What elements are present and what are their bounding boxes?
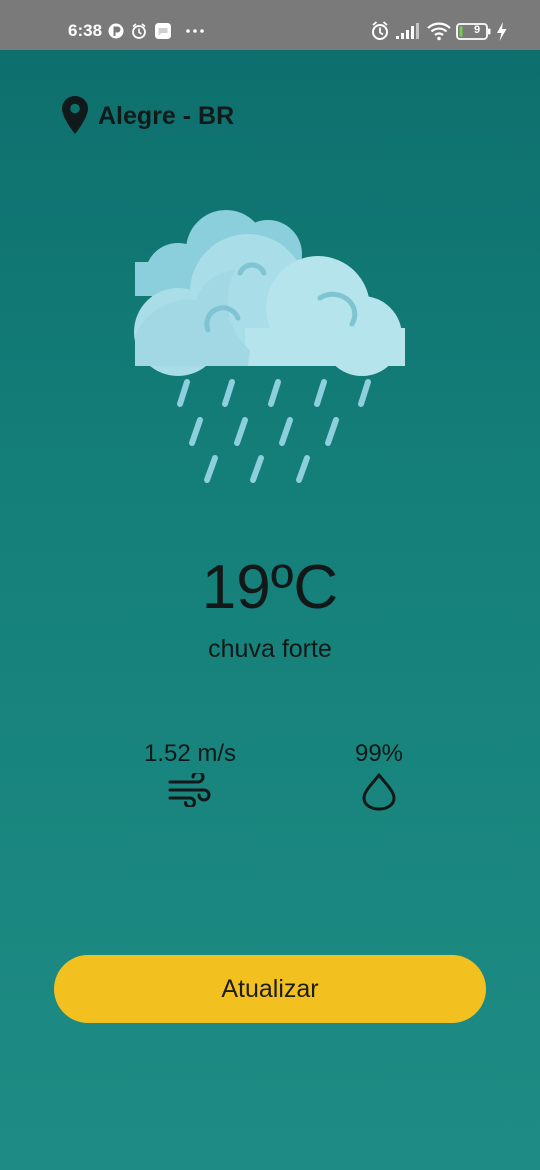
location-name: Alegre - BR bbox=[98, 102, 235, 130]
battery-level-text: 9 bbox=[473, 24, 481, 36]
message-app-icon bbox=[155, 23, 171, 39]
location-pin-icon bbox=[62, 96, 88, 134]
status-left-icons bbox=[108, 23, 204, 39]
wifi-icon bbox=[427, 22, 451, 41]
weather-description: chuva forte bbox=[208, 635, 332, 663]
heavy-rain-cloud-illustration bbox=[134, 210, 405, 483]
humidity-value: 99% bbox=[354, 740, 404, 767]
water-drop-icon bbox=[362, 773, 396, 811]
signal-icon bbox=[396, 23, 419, 39]
status-bar: 6:38 9 bbox=[0, 0, 540, 50]
wind-speed-value: 1.52 m/s bbox=[143, 740, 237, 767]
wind-icon bbox=[168, 773, 211, 807]
temperature-value: 19ºC bbox=[201, 553, 339, 622]
alarm-icon bbox=[132, 23, 146, 39]
refresh-button[interactable]: Atualizar bbox=[54, 955, 486, 1023]
notification-app-icon bbox=[108, 23, 124, 39]
more-dots-icon bbox=[186, 29, 204, 33]
humidity-metric: 99% bbox=[289, 739, 469, 811]
wind-metric: 1.52 m/s bbox=[100, 739, 280, 807]
alarm-icon bbox=[372, 21, 388, 40]
rain-drops bbox=[177, 379, 371, 483]
charging-icon bbox=[497, 22, 507, 41]
status-time: 6:38 bbox=[68, 21, 103, 40]
status-right-icons bbox=[372, 21, 507, 41]
